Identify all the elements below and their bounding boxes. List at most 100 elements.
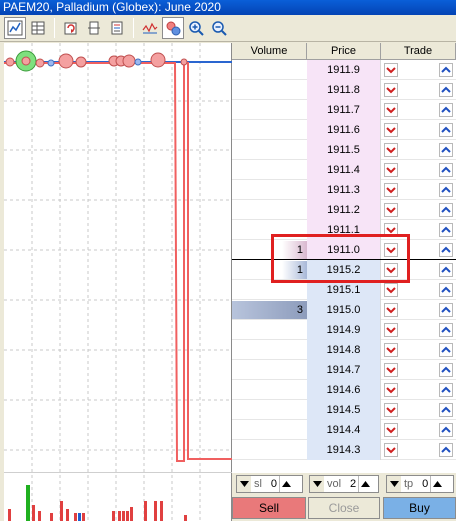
ladder-row[interactable]: 1911.5: [232, 140, 456, 160]
sell-limit-button[interactable]: [384, 263, 398, 277]
price-cell[interactable]: 1911.6: [307, 120, 381, 140]
ladder-row[interactable]: 1914.4: [232, 420, 456, 440]
price-cell[interactable]: 1911.1: [307, 220, 381, 240]
ladder-row[interactable]: 1914.3: [232, 440, 456, 460]
ladder-row[interactable]: 1911.8: [232, 80, 456, 100]
buy-limit-button[interactable]: [439, 183, 453, 197]
sell-limit-button[interactable]: [384, 363, 398, 377]
price-cell[interactable]: 1911.9: [307, 60, 381, 80]
ladder-row[interactable]: 1911.2: [232, 200, 456, 220]
ladder-row[interactable]: 1 1915.2: [232, 260, 456, 280]
column-header-price[interactable]: Price: [307, 43, 381, 60]
sell-limit-button[interactable]: [384, 203, 398, 217]
sell-limit-button[interactable]: [384, 303, 398, 317]
sell-limit-button[interactable]: [384, 323, 398, 337]
price-cell[interactable]: 1911.7: [307, 100, 381, 120]
price-cell[interactable]: 1914.8: [307, 340, 381, 360]
sell-limit-button[interactable]: [384, 283, 398, 297]
buy-limit-button[interactable]: [439, 343, 453, 357]
ladder-row[interactable]: 1914.9: [232, 320, 456, 340]
buy-limit-button[interactable]: [439, 103, 453, 117]
ladder-row[interactable]: 1911.9: [232, 60, 456, 80]
ladder-row[interactable]: 1911.3: [232, 180, 456, 200]
tp-decrease-button[interactable]: [387, 476, 401, 492]
ladder-row[interactable]: 1911.1: [232, 220, 456, 240]
vol-value[interactable]: 2: [344, 478, 358, 490]
buy-limit-button[interactable]: [439, 363, 453, 377]
refresh-button[interactable]: [60, 17, 82, 39]
buy-limit-button[interactable]: [439, 443, 453, 457]
ladder-row[interactable]: 1911.4: [232, 160, 456, 180]
sl-value[interactable]: 0: [265, 478, 279, 490]
ladder-row[interactable]: 1915.1: [232, 280, 456, 300]
vol-increase-button[interactable]: [358, 476, 372, 492]
tick-chart[interactable]: [4, 43, 232, 521]
buy-limit-button[interactable]: [439, 403, 453, 417]
ladder-row[interactable]: 1914.8: [232, 340, 456, 360]
sell-limit-button[interactable]: [384, 223, 398, 237]
close-button[interactable]: Close: [308, 497, 380, 519]
buy-limit-button[interactable]: [439, 243, 453, 257]
sl-stepper[interactable]: sl 0: [236, 475, 303, 493]
buy-limit-button[interactable]: [439, 323, 453, 337]
vol-decrease-button[interactable]: [310, 476, 324, 492]
ladder-row[interactable]: 1914.5: [232, 400, 456, 420]
buy-limit-button[interactable]: [439, 83, 453, 97]
vol-stepper[interactable]: vol 2: [309, 475, 379, 493]
sell-limit-button[interactable]: [384, 183, 398, 197]
price-cell[interactable]: 1914.9: [307, 320, 381, 340]
ladder-row[interactable]: 1911.7: [232, 100, 456, 120]
sell-button[interactable]: Sell: [232, 497, 306, 519]
price-cell[interactable]: 1914.3: [307, 440, 381, 460]
sell-limit-button[interactable]: [384, 143, 398, 157]
ticks-button[interactable]: [139, 17, 161, 39]
sell-limit-button[interactable]: [384, 163, 398, 177]
price-cell[interactable]: 1915.2: [307, 260, 381, 280]
bubbles-button[interactable]: [162, 17, 184, 39]
column-header-volume[interactable]: Volume: [232, 43, 307, 60]
price-cell[interactable]: 1911.5: [307, 140, 381, 160]
buy-limit-button[interactable]: [439, 63, 453, 77]
price-cell[interactable]: 1911.8: [307, 80, 381, 100]
sell-limit-button[interactable]: [384, 383, 398, 397]
price-cell[interactable]: 1911.2: [307, 200, 381, 220]
buy-limit-button[interactable]: [439, 263, 453, 277]
sl-increase-button[interactable]: [278, 476, 293, 492]
levels-button[interactable]: [106, 17, 128, 39]
price-cell[interactable]: 1914.7: [307, 360, 381, 380]
buy-limit-button[interactable]: [439, 423, 453, 437]
price-cell[interactable]: 1911.3: [307, 180, 381, 200]
buy-limit-button[interactable]: [439, 123, 453, 137]
ladder-row[interactable]: 1 1911.0: [232, 240, 456, 260]
zoom-out-button[interactable]: [208, 17, 230, 39]
price-cell[interactable]: 1914.4: [307, 420, 381, 440]
ladder-row[interactable]: 1911.6: [232, 120, 456, 140]
sell-limit-button[interactable]: [384, 103, 398, 117]
tp-stepper[interactable]: tp 0: [386, 475, 454, 493]
sl-decrease-button[interactable]: [237, 476, 251, 492]
sell-limit-button[interactable]: [384, 243, 398, 257]
ladder-row[interactable]: 1914.6: [232, 380, 456, 400]
sell-limit-button[interactable]: [384, 343, 398, 357]
buy-limit-button[interactable]: [439, 383, 453, 397]
ladder-row[interactable]: 1914.7: [232, 360, 456, 380]
price-cell[interactable]: 1911.4: [307, 160, 381, 180]
sell-limit-button[interactable]: [384, 443, 398, 457]
buy-limit-button[interactable]: [439, 303, 453, 317]
table-button[interactable]: [27, 17, 49, 39]
sell-limit-button[interactable]: [384, 83, 398, 97]
buy-limit-button[interactable]: [439, 223, 453, 237]
buy-limit-button[interactable]: [439, 143, 453, 157]
buy-limit-button[interactable]: [439, 283, 453, 297]
tp-increase-button[interactable]: [430, 476, 444, 492]
chart-toggle-button[interactable]: [4, 17, 26, 39]
buy-button[interactable]: Buy: [383, 497, 456, 519]
buy-limit-button[interactable]: [439, 203, 453, 217]
ladder-row[interactable]: 3 1915.0: [232, 300, 456, 320]
sell-limit-button[interactable]: [384, 403, 398, 417]
zoom-in-button[interactable]: [185, 17, 207, 39]
center-button[interactable]: [83, 17, 105, 39]
price-cell[interactable]: 1911.0: [307, 240, 381, 260]
column-header-trade[interactable]: Trade: [381, 43, 456, 60]
sell-limit-button[interactable]: [384, 63, 398, 77]
